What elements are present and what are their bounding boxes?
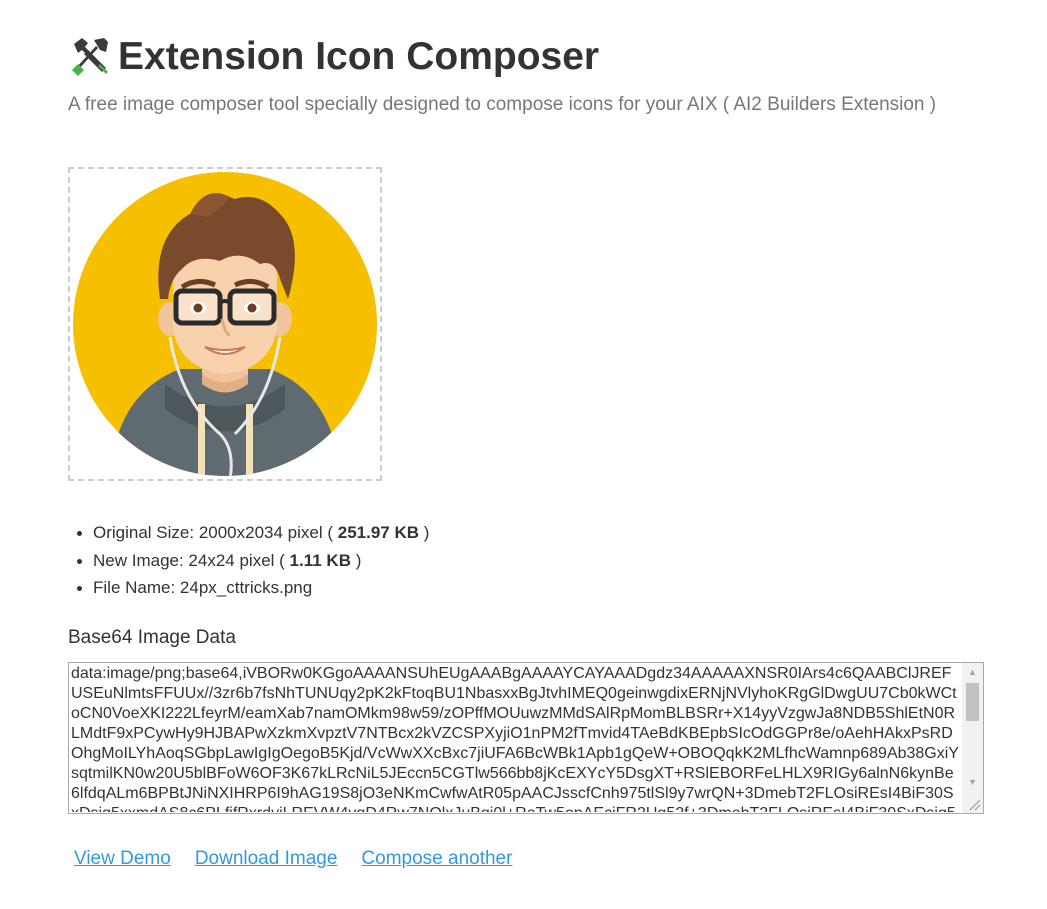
compose-another-link[interactable]: Compose another <box>361 848 512 870</box>
base64-textarea[interactable]: data:image/png;base64,iVBORw0KGgoAAAANSU… <box>68 662 984 814</box>
new-image-size-item: New Image: 24x24 pixel ( 1.11 KB ) <box>76 547 429 575</box>
page-subtitle: A free image composer tool specially des… <box>68 94 937 115</box>
new-size-value: 1.11 KB <box>289 550 351 570</box>
base64-text[interactable]: data:image/png;base64,iVBORw0KGgoAAAANSU… <box>71 664 959 812</box>
image-info-list: Original Size: 2000x2034 pixel ( 251.97 … <box>76 519 429 602</box>
download-image-link[interactable]: Download Image <box>195 848 338 870</box>
view-demo-link[interactable]: View Demo <box>74 848 171 870</box>
page-title: Extension Icon Composer <box>118 34 600 78</box>
scroll-up-arrow-icon[interactable]: ▲ <box>962 663 983 680</box>
page-header: Extension Icon Composer <box>68 34 599 78</box>
tools-icon <box>68 34 112 78</box>
original-size-value: 251.97 KB <box>337 523 420 542</box>
base64-label: Base64 Image Data <box>68 627 236 648</box>
image-preview-box <box>68 167 382 481</box>
scroll-thumb[interactable] <box>966 683 979 721</box>
scroll-down-arrow-icon[interactable]: ▼ <box>962 773 983 790</box>
original-size-item: Original Size: 2000x2034 pixel ( 251.97 … <box>76 519 429 547</box>
file-name-item: File Name: 24px_cttricks.png <box>76 574 429 602</box>
textarea-scrollbar[interactable]: ▲ ▼ <box>962 663 983 813</box>
avatar-image <box>73 172 377 476</box>
resize-grip-icon[interactable] <box>967 797 981 811</box>
action-links: View Demo Download Image Compose another <box>74 848 536 870</box>
